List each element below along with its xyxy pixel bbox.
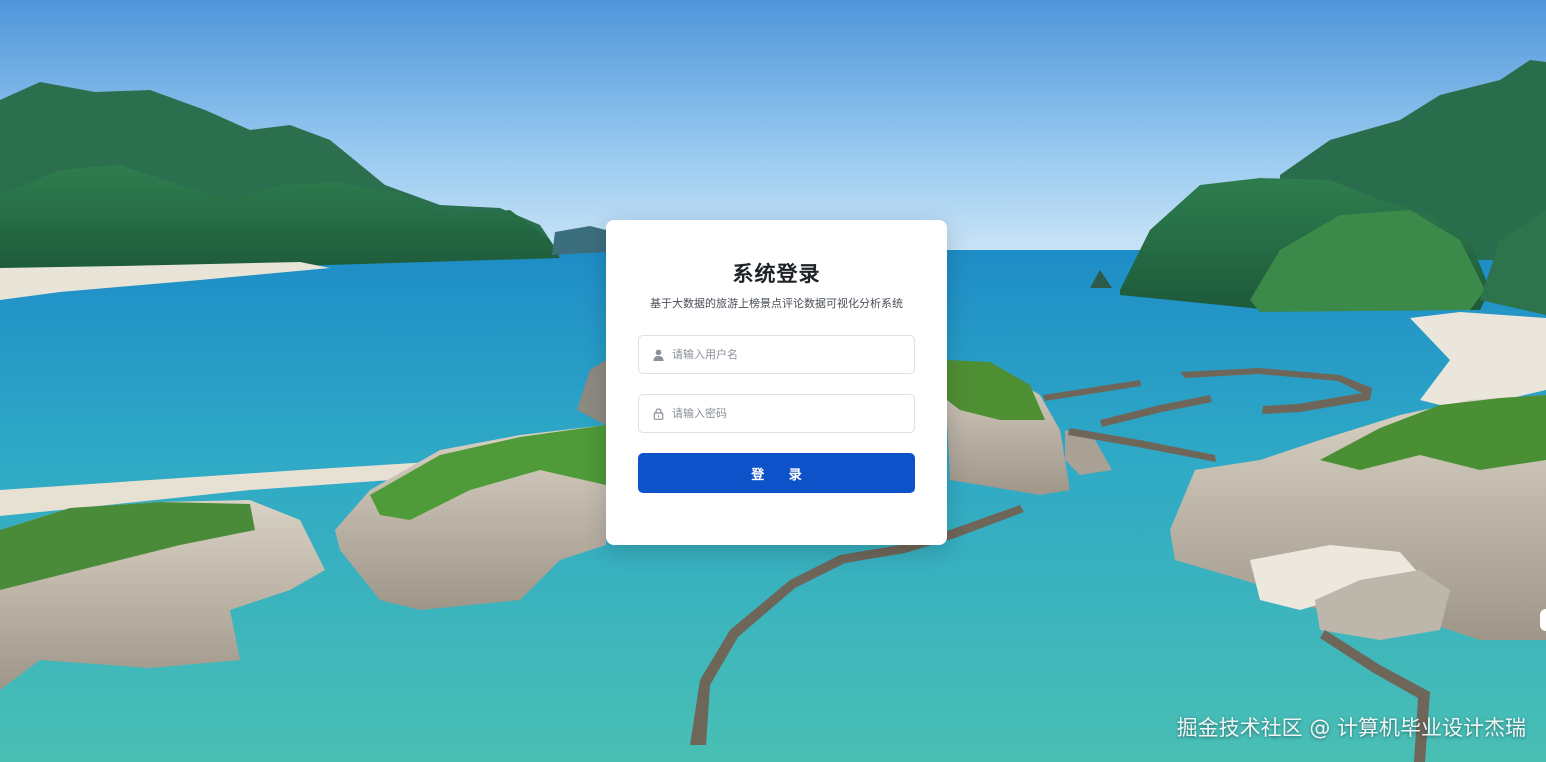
- lock-icon: [652, 407, 665, 420]
- user-icon: [652, 348, 665, 361]
- password-input[interactable]: [670, 394, 914, 433]
- watermark-text: 掘金技术社区 @ 计算机毕业设计杰瑞: [1176, 716, 1526, 740]
- login-button[interactable]: 登 录: [638, 453, 915, 493]
- password-field[interactable]: [638, 394, 915, 433]
- login-card: 系统登录 基于大数据的旅游上榜景点评论数据可视化分析系统 登 录: [606, 220, 947, 545]
- username-field[interactable]: [638, 335, 915, 374]
- side-handle: [1540, 609, 1546, 631]
- login-subtitle: 基于大数据的旅游上榜景点评论数据可视化分析系统: [650, 297, 903, 310]
- login-title: 系统登录: [732, 262, 821, 286]
- username-input[interactable]: [670, 335, 914, 374]
